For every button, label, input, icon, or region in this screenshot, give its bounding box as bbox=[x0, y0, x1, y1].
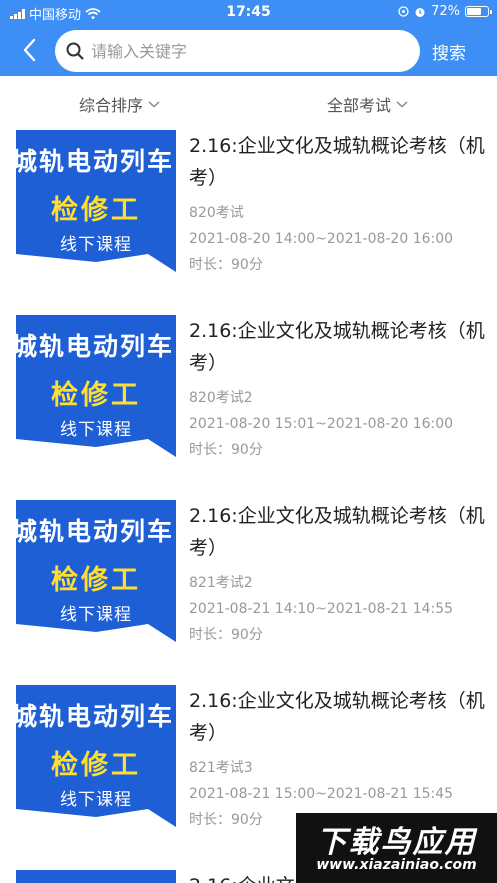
exam-duration: 时长：90分 bbox=[189, 257, 263, 273]
thumbnail-line3: 线下课程 bbox=[60, 790, 132, 810]
app-header: 中国移动 17:45 72% 搜索 bbox=[0, 0, 497, 76]
nav-bar: 搜索 bbox=[0, 26, 497, 74]
exam-info: 2.16:企业文化及城轨概论考核（机考） 820考试2 2021-08-20 1… bbox=[189, 315, 489, 463]
exam-list: 城轨电动列车 检修工 线下课程 2.16:企业文化及城轨概论考核（机考） 820… bbox=[0, 128, 497, 883]
thumbnail-line1: 城轨电动列车 bbox=[16, 332, 175, 361]
chevron-down-icon bbox=[396, 101, 408, 108]
exam-item[interactable]: 城轨电动列车 检修工 线下课程 2.16:企业文化及城轨概论考核（机考） 820… bbox=[0, 128, 497, 313]
exam-code: 820考试2 bbox=[189, 390, 253, 406]
thumbnail-line2: 检修工 bbox=[51, 195, 141, 226]
exam-title: 2.16:企业文化及城轨概论考核（机考） bbox=[189, 320, 485, 374]
exam-title: 2.16:企业文化及城轨概论考核（机考） bbox=[189, 135, 485, 189]
status-bar: 中国移动 17:45 72% bbox=[0, 0, 497, 24]
exam-duration: 时长：90分 bbox=[189, 442, 263, 458]
watermark-url: www.xiazainiao.com bbox=[316, 857, 477, 873]
thumbnail-line1: 城轨电动列车 bbox=[16, 517, 175, 546]
course-thumbnail: 城轨电动列车 检修工 线下课程 bbox=[16, 130, 176, 272]
sort-label: 综合排序 bbox=[79, 96, 144, 115]
exam-time-range: 2021-08-20 14:00~2021-08-20 16:00 bbox=[189, 231, 454, 247]
thumbnail-line1: 城轨电动列车 bbox=[16, 702, 175, 731]
course-thumbnail: 城轨电动列车 检修工 线下课程 bbox=[16, 685, 176, 827]
exam-time-range: 2021-08-21 14:10~2021-08-21 14:55 bbox=[189, 601, 454, 617]
exam-time-range: 2021-08-21 15:00~2021-08-21 15:45 bbox=[189, 786, 454, 802]
exam-duration: 时长：90分 bbox=[189, 627, 263, 643]
alarm-icon bbox=[415, 7, 425, 17]
watermark-main: 下载鸟应用 bbox=[316, 825, 477, 860]
course-thumbnail: 城轨电动列车 检修工 线下课程 bbox=[16, 315, 176, 457]
exam-code: 821考试3 bbox=[189, 760, 253, 776]
sort-dropdown[interactable]: 综合排序 bbox=[79, 92, 161, 116]
watermark-logo: 下载鸟应用 www.xiazainiao.com bbox=[296, 813, 497, 883]
thumbnail-line3: 线下课程 bbox=[60, 420, 132, 440]
search-input[interactable] bbox=[91, 41, 391, 61]
back-arrow-icon[interactable] bbox=[16, 36, 44, 64]
exam-title: 2.16:企业文化及城轨概论考核（机考） bbox=[189, 505, 485, 559]
exam-info: 2.16:企业文化及城轨概论考核（机考） 821考试3 2021-08-21 1… bbox=[189, 685, 489, 833]
thumbnail-line3: 线下课程 bbox=[60, 235, 132, 255]
exam-info: 2.16:企业文化及城轨概论考核（机考） 820考试 2021-08-20 14… bbox=[189, 130, 489, 278]
course-thumbnail: 城轨电动列车 检修工 线下课程 bbox=[16, 500, 176, 642]
filter-bar: 综合排序 全部考试 bbox=[0, 78, 497, 126]
search-box[interactable] bbox=[55, 30, 420, 72]
scope-dropdown[interactable]: 全部考试 bbox=[327, 92, 409, 116]
search-button[interactable]: 搜索 bbox=[432, 39, 466, 64]
location-icon bbox=[398, 6, 409, 17]
exam-code: 820考试 bbox=[189, 205, 244, 221]
battery-fill bbox=[467, 8, 482, 15]
course-thumbnail bbox=[16, 870, 176, 883]
status-right: 72% bbox=[398, 4, 492, 19]
battery-percent: 72% bbox=[431, 4, 460, 19]
exam-item[interactable]: 城轨电动列车 检修工 线下课程 2.16:企业文化及城轨概论考核（机考） 820… bbox=[0, 313, 497, 498]
search-icon bbox=[66, 42, 84, 60]
thumbnail-line3: 线下课程 bbox=[60, 605, 132, 625]
thumbnail-line2: 检修工 bbox=[51, 565, 141, 596]
thumbnail-banner-shape bbox=[16, 870, 176, 883]
exam-time-range: 2021-08-20 15:01~2021-08-20 16:00 bbox=[189, 416, 454, 432]
exam-info: 2.16:企业文化及城轨概论考核（机考） 821考试2 2021-08-21 1… bbox=[189, 500, 489, 648]
exam-code: 821考试2 bbox=[189, 575, 253, 591]
exam-title: 2.16:企业文化及城轨概论考核（机考） bbox=[189, 690, 485, 744]
thumbnail-line1: 城轨电动列车 bbox=[16, 147, 175, 176]
scope-label: 全部考试 bbox=[327, 96, 392, 115]
exam-item[interactable]: 城轨电动列车 检修工 线下课程 2.16:企业文化及城轨概论考核（机考） 821… bbox=[0, 498, 497, 683]
chevron-down-icon bbox=[148, 101, 160, 108]
battery-icon bbox=[465, 6, 492, 17]
thumbnail-line2: 检修工 bbox=[51, 380, 141, 411]
thumbnail-line2: 检修工 bbox=[51, 750, 141, 781]
